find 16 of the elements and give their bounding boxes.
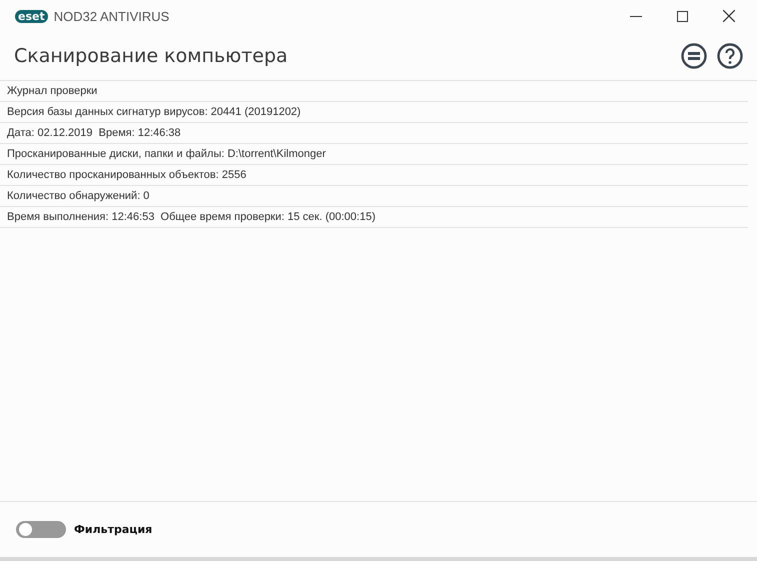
log-line: Время выполнения: 12:46:53 Общее время проверки: 15 сек. (00:00:15) [7,211,376,223]
log-line: Количество просканированных объектов: 2556 [7,169,246,181]
window-title: NOD32 ANTIVIRUS [54,8,170,24]
maximize-icon[interactable] [677,10,688,22]
menu-icon[interactable] [681,43,707,69]
help-icon[interactable] [717,43,743,69]
log-line: Просканированные диски, папки и файлы: D:\torrent\Kilmonger [7,148,326,160]
close-icon[interactable] [723,10,735,22]
log-line: Дата: 02.12.2019 Время: 12:46:38 [7,127,181,139]
filter-toggle[interactable] [16,521,66,538]
filter-label: Фильтрация [74,523,152,536]
page-title: Сканирование компьютера [14,45,288,67]
log-line: Журнал проверки [7,85,98,97]
logo: eset [15,10,48,22]
log-line: Версия базы данных сигнатур вирусов: 20441 (20191202) [7,106,301,118]
log-line: Количество обнаружений: 0 [7,190,150,202]
